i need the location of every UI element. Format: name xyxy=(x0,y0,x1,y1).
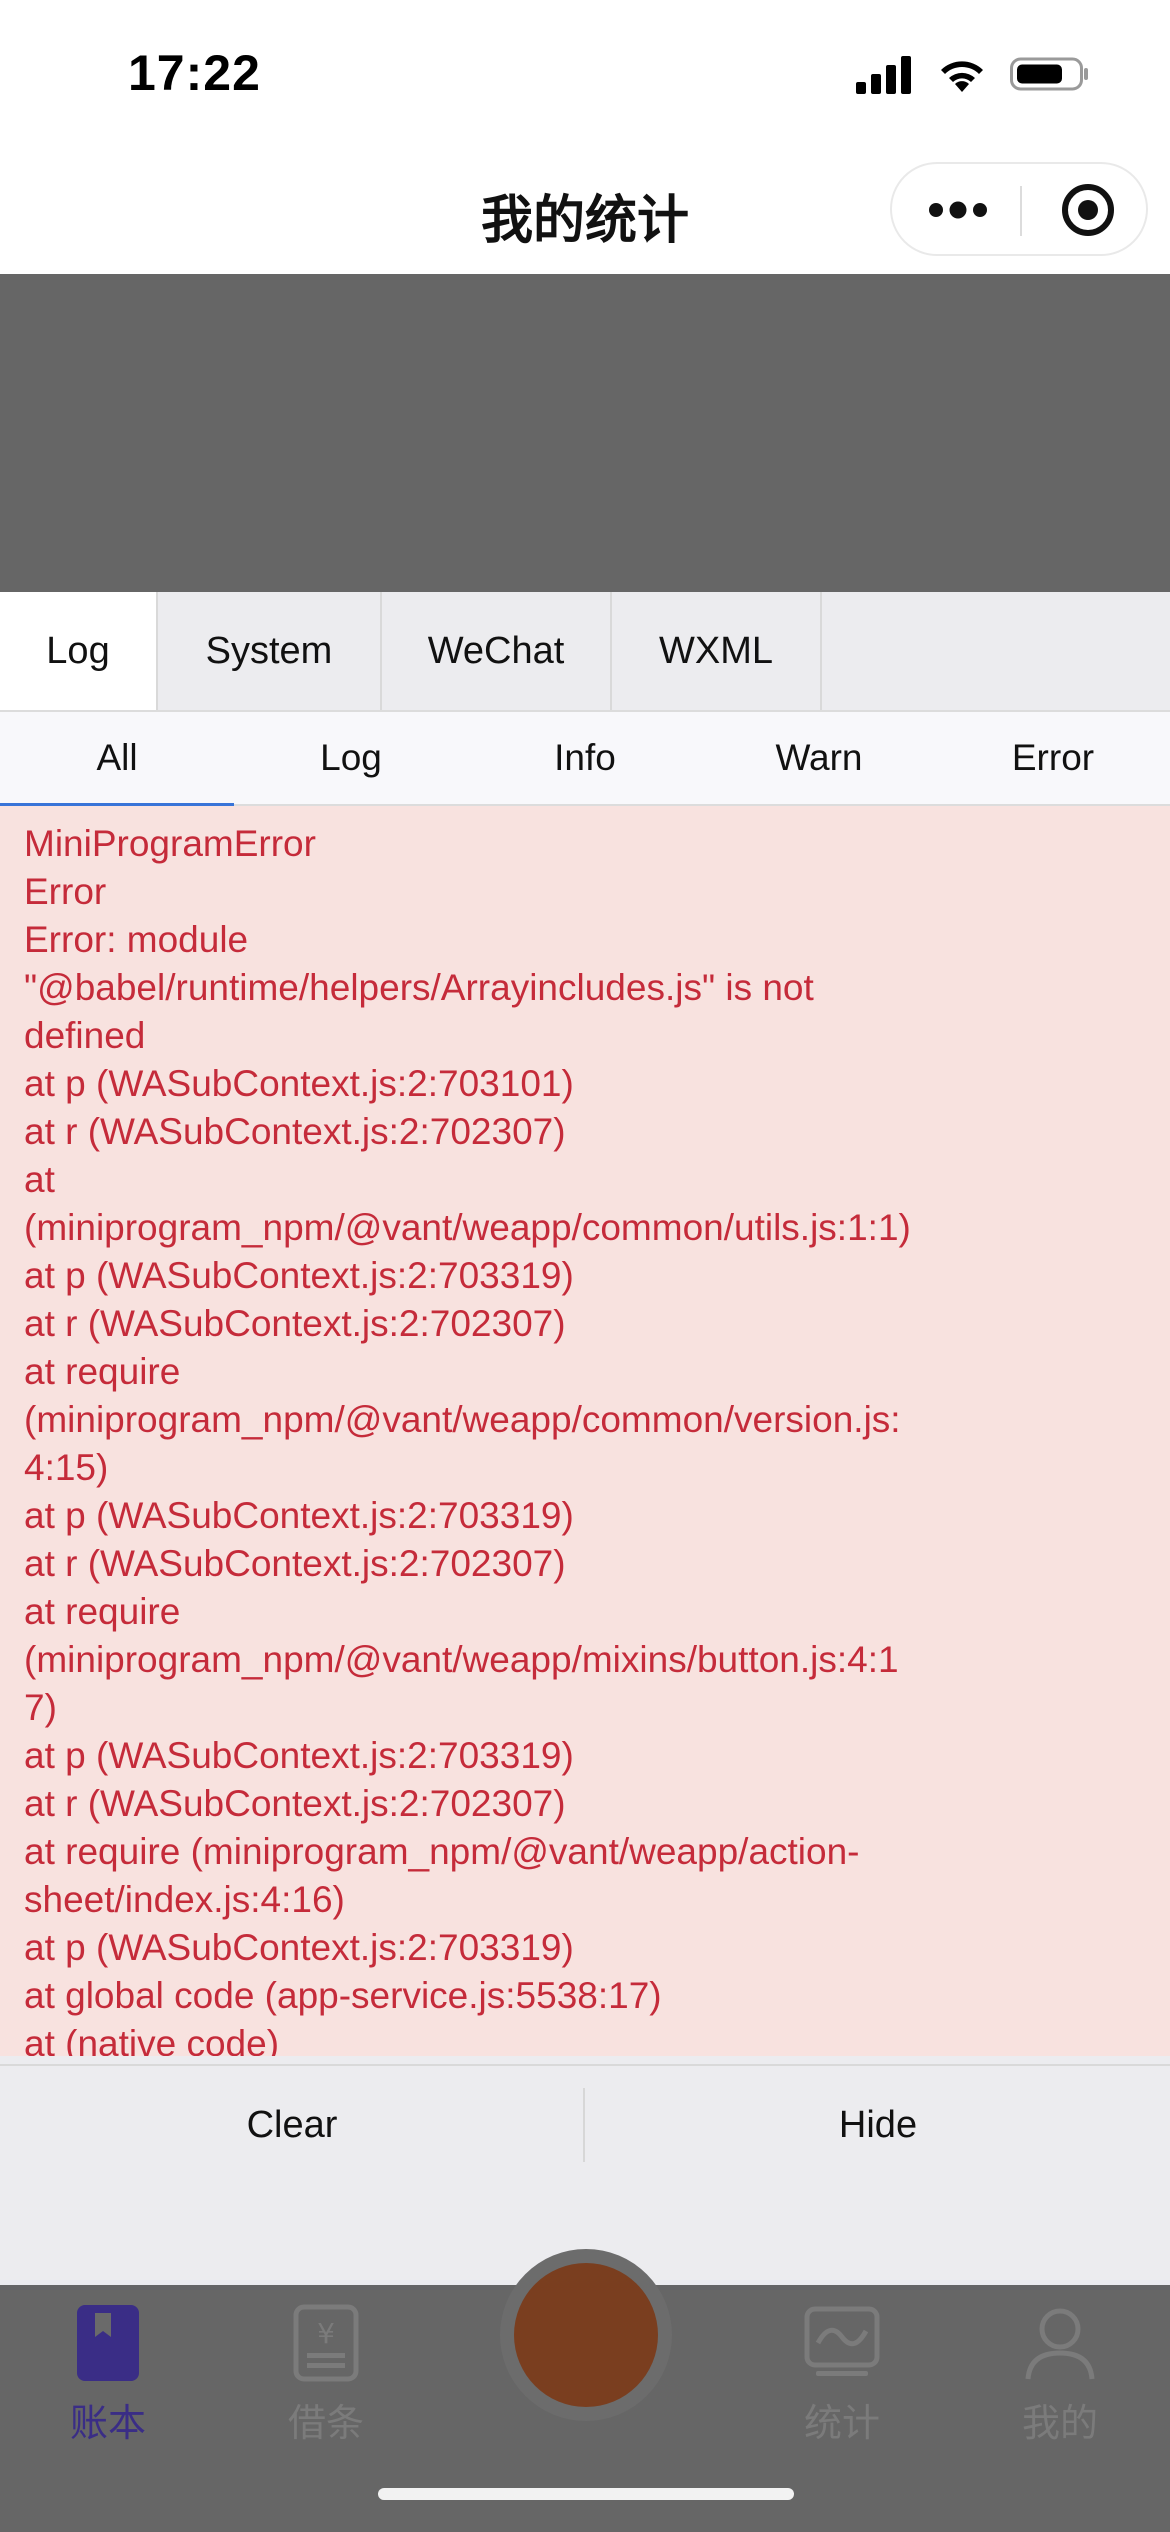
log-line: at r (WASubContext.js:2:702307) xyxy=(24,1783,566,1824)
nav-bar: 我的统计 xyxy=(0,150,1170,274)
log-line: at (native code) xyxy=(24,2023,280,2056)
tabbar-label-stats: 统计 xyxy=(803,2403,880,2445)
target-icon[interactable] xyxy=(1060,182,1116,243)
log-line: at p (WASubContext.js:2:703319) xyxy=(24,1735,574,1776)
filter-all[interactable]: All xyxy=(0,712,234,806)
log-line: 4:15) xyxy=(24,1447,109,1488)
tabbar-label-ledger: 账本 xyxy=(69,2403,146,2445)
capsule-menu xyxy=(890,162,1148,256)
clear-button[interactable]: Clear xyxy=(0,2066,584,2184)
status-icons xyxy=(856,54,1090,99)
tabbar-label-iou: 借条 xyxy=(287,2403,364,2445)
home-indicator[interactable] xyxy=(378,2488,794,2500)
log-line: MiniProgramError xyxy=(24,823,316,864)
log-line: at r (WASubContext.js:2:702307) xyxy=(24,1111,566,1152)
tab-log[interactable]: Log xyxy=(0,592,158,710)
log-line: at require xyxy=(24,1591,181,1632)
log-line: at global code (app-service.js:5538:17) xyxy=(24,1975,662,2016)
tab-wechat[interactable]: WeChat xyxy=(382,592,612,710)
log-line: (miniprogram_npm/@vant/weapp/mixins/butt… xyxy=(24,1639,899,1680)
filter-info[interactable]: Info xyxy=(468,712,702,804)
filter-warn[interactable]: Warn xyxy=(702,712,936,804)
status-bar: 17:22 xyxy=(0,0,1170,150)
tabbar-label-profile: 我的 xyxy=(1021,2403,1098,2445)
add-record-button[interactable] xyxy=(500,2249,672,2421)
toolbar-divider xyxy=(583,2088,585,2162)
log-line: (miniprogram_npm/@vant/weapp/common/vers… xyxy=(24,1399,901,1440)
tab-wxml[interactable]: WXML xyxy=(612,592,822,710)
log-line: at require xyxy=(24,1351,181,1392)
log-line: at p (WASubContext.js:2:703101) xyxy=(24,1063,574,1104)
battery-icon xyxy=(1010,54,1090,99)
log-line: defined xyxy=(24,1015,146,1056)
log-line: (miniprogram_npm/@vant/weapp/common/util… xyxy=(24,1207,911,1248)
log-line: at require (miniprogram_npm/@vant/weapp/… xyxy=(24,1831,860,1872)
stats-icon xyxy=(802,2306,882,2387)
log-line: at p (WASubContext.js:2:703319) xyxy=(24,1927,574,1968)
vconsole-panel: Log System WeChat WXML All Log Info Warn… xyxy=(0,592,1170,2287)
log-line: 7) xyxy=(24,1687,57,1728)
svg-text:¥: ¥ xyxy=(317,2317,335,2350)
tabbar-item-profile[interactable]: 我的 xyxy=(960,2303,1160,2447)
filter-error[interactable]: Error xyxy=(936,712,1170,804)
more-icon[interactable] xyxy=(928,188,988,237)
dim-overlay[interactable] xyxy=(0,274,1170,592)
wifi-icon xyxy=(936,54,988,99)
log-line: sheet/index.js:4:16) xyxy=(24,1879,345,1920)
tabbar-item-ledger[interactable]: 账本 xyxy=(8,2303,208,2447)
log-line: at xyxy=(24,1159,55,1200)
status-time: 17:22 xyxy=(128,45,261,101)
log-line: at r (WASubContext.js:2:702307) xyxy=(24,1303,566,1344)
log-line: Error xyxy=(24,871,107,912)
log-line: at r (WASubContext.js:2:702307) xyxy=(24,1543,566,1584)
iou-icon: ¥ xyxy=(291,2304,361,2387)
log-line: Error: module xyxy=(24,919,249,960)
tabbar-item-stats[interactable]: 统计 xyxy=(742,2303,942,2447)
console-tabs: Log System WeChat WXML xyxy=(0,592,1170,712)
hide-button[interactable]: Hide xyxy=(586,2066,1170,2184)
tab-system[interactable]: System xyxy=(158,592,382,710)
log-filter-tabs: All Log Info Warn Error xyxy=(0,712,1170,806)
error-log-entry[interactable]: MiniProgramError Error Error: module "@b… xyxy=(0,806,1170,2056)
add-record-icon xyxy=(514,2263,658,2407)
log-line: "@babel/runtime/helpers/Arrayincludes.js… xyxy=(24,967,814,1008)
filter-log[interactable]: Log xyxy=(234,712,468,804)
log-line: at p (WASubContext.js:2:703319) xyxy=(24,1255,574,1296)
ledger-icon xyxy=(73,2305,143,2387)
capsule-divider xyxy=(1020,186,1022,236)
profile-icon xyxy=(1020,2308,1100,2387)
log-line: at p (WASubContext.js:2:703319) xyxy=(24,1495,574,1536)
signal-icon xyxy=(856,54,914,99)
tabbar-item-iou[interactable]: ¥ 借条 xyxy=(226,2303,426,2447)
